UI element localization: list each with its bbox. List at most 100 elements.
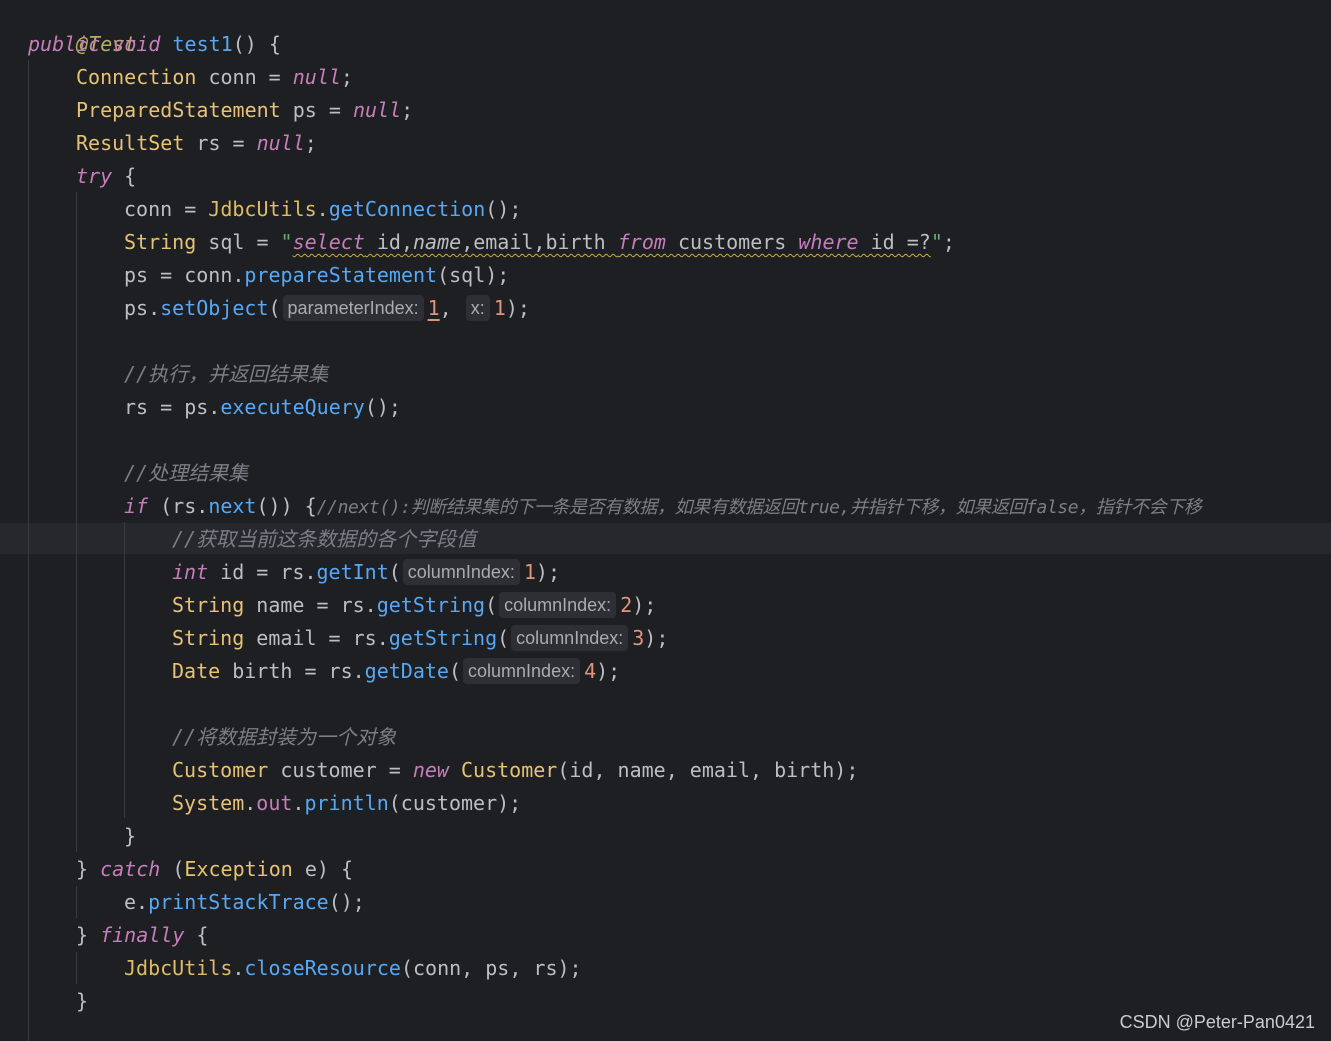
comment: //next():判断结果集的下一条是否有数据，如果有数据返回true,并指针下… [316,497,1202,518]
code-line[interactable]: PreparedStatement ps = null; [76,94,413,127]
code-text: ; [304,131,317,155]
code-line[interactable]: } [76,985,88,1018]
code-text: . [292,791,305,815]
method-call: closeResource [244,956,401,980]
method-call: println [304,791,389,815]
keyword: public [28,32,101,56]
watermark: CSDN @Peter-Pan0421 [1119,1012,1315,1032]
code-line[interactable]: if (rs.next()) {//next():判断结果集的下一条是否有数据，… [124,490,1202,523]
sql-keyword: where [798,230,859,254]
class-name: JdbcUtils [208,197,317,221]
code-text: ( [497,626,510,650]
type-name: Exception [184,857,293,881]
keyword: null [292,65,341,89]
code-text: (); [364,395,401,419]
code-text: rs = [184,131,257,155]
sql-text: id =? [858,230,931,254]
code-text: e. [124,890,149,914]
code-line[interactable]: ps = conn.prepareStatement(sql); [124,259,509,292]
code-text: ( [448,659,462,683]
code-line[interactable]: public void test1() { [28,28,281,61]
code-text: (); [485,197,522,221]
code-line[interactable]: //获取当前这条数据的各个字段值 [172,523,476,556]
number-literal: 4 [584,659,597,683]
code-text: (rs. [148,494,209,518]
code-line[interactable]: //执行，并返回结果集 [124,358,328,391]
code-line[interactable]: String email = rs.getString(columnIndex:… [172,622,668,655]
code-text: rs = ps. [124,395,221,419]
code-line[interactable]: //处理结果集 [124,457,248,490]
keyword: catch [100,857,161,881]
code-text: (sql); [437,263,510,287]
code-text: . [244,791,257,815]
code-line[interactable]: ResultSet rs = null; [76,127,317,160]
comment: //获取当前这条数据的各个字段值 [172,527,477,551]
class-name: JdbcUtils [124,956,233,980]
code-line[interactable]: String name = rs.getString(columnIndex: 2… [172,589,656,622]
code-text: ( [485,593,498,617]
code-line[interactable]: try { [76,160,136,193]
parameter-hint: columnIndex: [499,592,617,618]
code-line[interactable]: Connection conn = null; [76,61,353,94]
method-call: getString [376,593,486,617]
keyword: null [256,131,305,155]
code-line[interactable]: //将数据封装为一个对象 [172,721,396,754]
number-literal: 1 [493,296,506,320]
code-text: () { [232,32,281,56]
code-text: e) { [292,857,353,881]
code-line[interactable]: } catch (Exception e) { [76,853,353,886]
type-name: ResultSet [76,131,185,155]
code-line[interactable]: } [124,820,136,853]
code-text: } [124,824,137,848]
keyword: null [352,98,402,122]
type-name: Connection [76,65,197,89]
method-call: getString [388,626,498,650]
code-editor[interactable]: @Test public void test1() { Connection c… [0,0,1331,1041]
sql-string: select id,name,email,birth from customer… [293,230,931,254]
code-text: . [232,956,245,980]
code-line[interactable]: e.printStackTrace(); [124,886,365,919]
method-call: next [208,494,257,518]
class-name: System [172,791,245,815]
code-text: ); [596,659,621,683]
keyword: void [112,32,161,56]
method-call: printStackTrace [148,890,329,914]
code-line[interactable]: } finally { [76,919,208,952]
code-text: (customer); [388,791,522,815]
code-text: ps. [124,296,161,320]
code-line[interactable]: Date birth = rs.getDate(columnIndex: 4); [172,655,620,688]
code-text: . [316,197,329,221]
sql-text: name [413,230,462,254]
code-line[interactable]: Customer customer = new Customer(id, nam… [172,754,858,787]
sql-keyword: from [617,230,666,254]
code-text: } [76,857,101,881]
method-call: getDate [364,659,449,683]
code-line[interactable]: rs = ps.executeQuery(); [124,391,401,424]
indent-guide [124,522,125,818]
code-line[interactable]: int id = rs.getInt(columnIndex: 1); [172,556,560,589]
keyword: finally [100,923,185,947]
comment: //执行，并返回结果集 [124,362,329,386]
code-line[interactable]: System.out.println(customer); [172,787,521,820]
method-call: setObject [160,296,269,320]
parameter-hint: columnIndex: [463,658,581,684]
code-text: ( [268,296,281,320]
code-text: email = rs. [244,626,389,650]
code-line[interactable]: JdbcUtils.closeResource(conn, ps, rs); [124,952,582,985]
parameter-hint: columnIndex: [402,559,520,585]
static-field: out [256,791,293,815]
method-call: executeQuery [220,395,365,419]
code-line[interactable]: String sql = "select id,name,email,birth… [124,226,955,259]
code-line[interactable]: conn = JdbcUtils.getConnection(); [124,193,521,226]
code-line[interactable]: ps.setObject(parameterIndex: 1, x: 1); [124,292,530,325]
code-text: ; [401,98,414,122]
type-name: Date [172,659,221,683]
class-name: Customer [448,758,558,782]
code-text: (conn, ps, rs); [400,956,582,980]
type-name: String [124,230,197,254]
number-literal: 2 [620,593,633,617]
sql-keyword: select [292,230,365,254]
code-text: ()) { [256,494,317,518]
code-line[interactable]: @Test [28,0,136,56]
code-text: ps = conn. [124,263,245,287]
